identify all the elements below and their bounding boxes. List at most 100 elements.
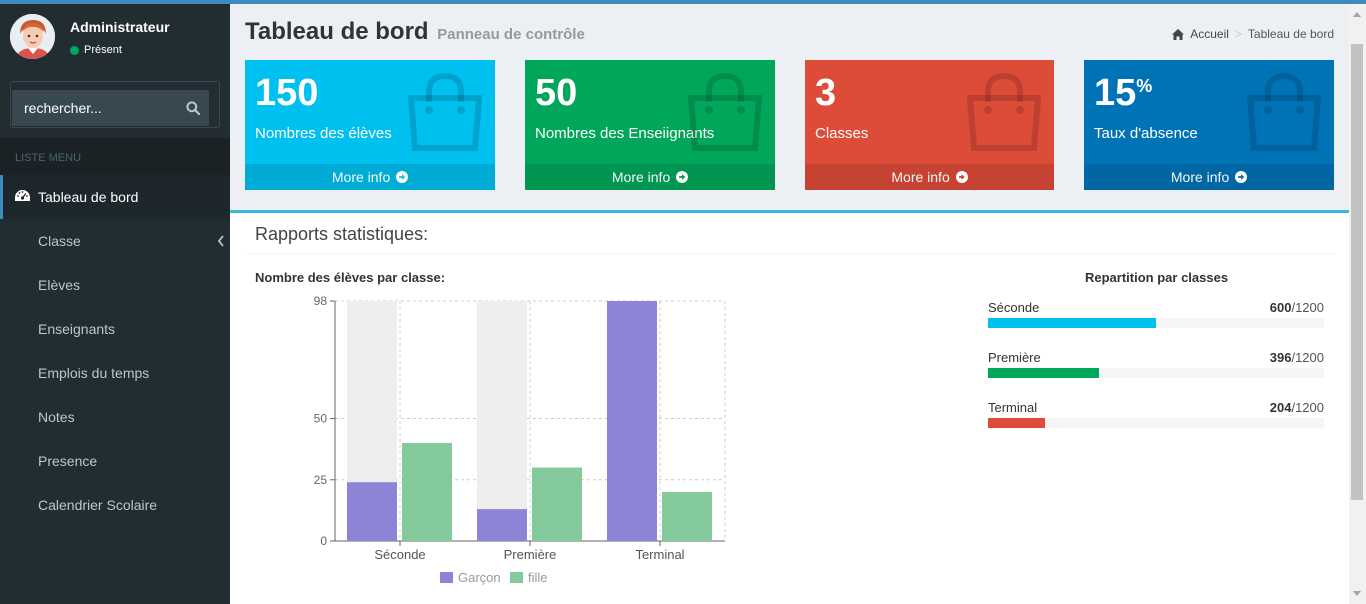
progress-value: 204 bbox=[1269, 400, 1292, 415]
progress-bar bbox=[988, 418, 1324, 428]
menu-header: LISTE MENU bbox=[0, 138, 230, 175]
info-box-number: 15 bbox=[1094, 72, 1137, 114]
bar-fille bbox=[662, 492, 712, 541]
shopping-bag-icon bbox=[1246, 72, 1322, 151]
arrow-circle-right-icon bbox=[955, 171, 968, 183]
sidebar-item-dashboard[interactable]: Tableau de bord bbox=[0, 175, 230, 219]
bar-garcon bbox=[607, 301, 657, 541]
y-tick-label: 25 bbox=[314, 473, 328, 487]
more-info-link[interactable]: More info bbox=[525, 164, 775, 190]
progress-count: 204/1200 bbox=[1270, 400, 1324, 415]
legend-label: Garçon bbox=[458, 570, 501, 585]
breadcrumb-separator: > bbox=[1234, 27, 1242, 41]
more-info-label: More info bbox=[611, 169, 671, 185]
legend-label: fille bbox=[528, 570, 548, 585]
user-status-label: Présent bbox=[84, 44, 122, 56]
info-box-classes: 3 Classes More info bbox=[805, 60, 1054, 190]
scroll-up-arrow-icon[interactable] bbox=[1353, 12, 1361, 17]
sidebar-item-label: Notes bbox=[38, 409, 75, 425]
sidebar-item-classe[interactable]: Classe bbox=[0, 219, 230, 263]
info-box-absence: 15% Taux d'absence More info bbox=[1084, 60, 1334, 190]
user-avatar[interactable] bbox=[10, 14, 55, 59]
sidebar-item-label: Presence bbox=[38, 453, 98, 469]
search-input[interactable] bbox=[12, 90, 175, 126]
progress-fill bbox=[988, 418, 1046, 428]
sidebar-item-label: Enseignants bbox=[38, 321, 116, 337]
bar-fille bbox=[402, 443, 452, 541]
user-status: Présent bbox=[70, 44, 122, 56]
sidebar-item-notes[interactable]: Notes bbox=[0, 395, 230, 439]
sidebar-item-label: Elèves bbox=[38, 277, 81, 293]
y-tick-label: 0 bbox=[320, 534, 327, 548]
breadcrumb: Accueil > Tableau de bord bbox=[1172, 27, 1334, 41]
search-button[interactable] bbox=[175, 90, 209, 126]
breadcrumb-current: Tableau de bord bbox=[1247, 27, 1334, 41]
progress-value: 396 bbox=[1269, 350, 1292, 365]
page-scrollbar[interactable] bbox=[1349, 4, 1366, 604]
bar-fille bbox=[532, 467, 582, 541]
progress-bar bbox=[988, 318, 1324, 328]
info-box-label: Taux d'absence bbox=[1094, 125, 1198, 142]
dashboard-icon bbox=[15, 190, 30, 201]
user-name: Administrateur bbox=[70, 19, 170, 35]
bar-garcon bbox=[477, 509, 527, 541]
more-info-label: More info bbox=[1170, 169, 1230, 185]
more-info-link[interactable]: More info bbox=[805, 164, 1054, 190]
info-box-enseignants: 50 Nombres des Enseiignants More info bbox=[525, 60, 775, 190]
sidebar-item-enseignants[interactable]: Enseignants bbox=[0, 307, 230, 351]
sidebar-menu: Tableau de bord Classe Elèves Enseignant… bbox=[0, 175, 230, 527]
home-icon bbox=[1172, 28, 1185, 40]
breadcrumb-home[interactable]: Accueil bbox=[1190, 27, 1229, 41]
arrow-circle-right-icon bbox=[396, 171, 409, 183]
page-subtitle: Panneau de contrôle bbox=[437, 26, 585, 43]
chart-title: Nombre des élèves par classe: bbox=[255, 270, 446, 285]
scrollbar-thumb[interactable] bbox=[1351, 44, 1363, 500]
bar-garcon bbox=[347, 482, 397, 541]
x-tick-label: Séconde bbox=[374, 547, 425, 562]
more-info-label: More info bbox=[331, 169, 391, 185]
y-tick-label: 50 bbox=[314, 412, 328, 426]
sidebar-item-calendrier-scolaire[interactable]: Calendrier Scolaire bbox=[0, 483, 230, 527]
x-tick-label: Première bbox=[504, 547, 557, 562]
search-icon bbox=[186, 101, 200, 115]
info-box-label: Classes bbox=[815, 125, 869, 142]
user-panel: Administrateur Présent bbox=[0, 4, 230, 70]
sidebar-item-label: Tableau de bord bbox=[38, 189, 139, 205]
sidebar-item-eleves[interactable]: Elèves bbox=[0, 263, 230, 307]
reports-panel: Rapports statistiques: Nombre des élèves… bbox=[230, 210, 1349, 604]
sidebar-item-label: Classe bbox=[38, 233, 81, 249]
progress-label: Terminal bbox=[988, 400, 1038, 415]
progress-fill bbox=[988, 318, 1156, 328]
more-info-link[interactable]: More info bbox=[245, 164, 495, 190]
progress-label: Séconde bbox=[988, 300, 1040, 315]
divider bbox=[245, 253, 1335, 254]
more-info-link[interactable]: More info bbox=[1084, 164, 1334, 190]
info-box-label: Nombres des élèves bbox=[255, 125, 392, 142]
students-bar-chart: 0 25 50 98 Séconde Première Terminal Garçon fill… bbox=[314, 294, 726, 585]
progress-total: /1200 bbox=[1291, 400, 1324, 415]
progress-value: 600 bbox=[1269, 300, 1292, 315]
shopping-bag-icon bbox=[407, 72, 483, 151]
sidebar-search-form bbox=[10, 81, 220, 128]
info-box-suffix: % bbox=[1136, 76, 1153, 96]
sidebar-item-presence[interactable]: Presence bbox=[0, 439, 230, 483]
info-box-eleves: 150 Nombres des élèves More info bbox=[245, 60, 495, 190]
progress-fill bbox=[988, 368, 1099, 378]
sidebar: Administrateur Présent LISTE MENU bbox=[0, 4, 230, 604]
online-status-icon bbox=[70, 45, 79, 55]
info-box-value: 15% bbox=[1094, 72, 1152, 115]
more-info-label: More info bbox=[891, 169, 950, 185]
legend-swatch bbox=[510, 572, 523, 583]
page-title-text: Tableau de bord bbox=[245, 18, 429, 45]
progress-label: Première bbox=[988, 350, 1041, 365]
scroll-down-arrow-icon[interactable] bbox=[1353, 591, 1361, 596]
progress-bar bbox=[988, 368, 1324, 378]
progress-count: 396/1200 bbox=[1270, 350, 1324, 365]
legend-swatch bbox=[440, 572, 453, 583]
info-box-value: 50 bbox=[535, 72, 578, 114]
sidebar-item-emplois-du-temps[interactable]: Emplois du temps bbox=[0, 351, 230, 395]
sidebar-item-label: Emplois du temps bbox=[38, 365, 150, 381]
shopping-bag-icon bbox=[687, 72, 763, 151]
page-title: Tableau de bord Panneau de contrôle bbox=[245, 18, 585, 46]
repartition-title: Repartition par classes bbox=[1085, 270, 1229, 285]
